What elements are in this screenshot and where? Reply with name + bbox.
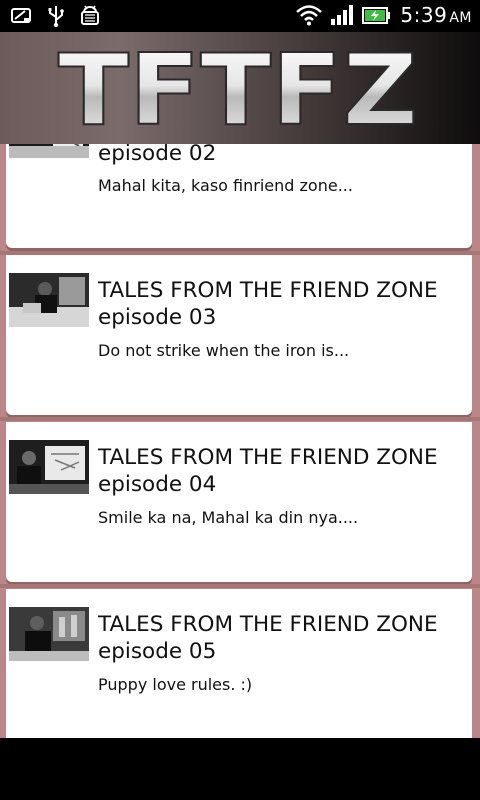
clock-time: 5:39 bbox=[400, 3, 448, 27]
app-logo: TFTFZ bbox=[57, 33, 419, 144]
episode-thumbnail bbox=[9, 607, 89, 661]
divider bbox=[0, 584, 480, 588]
episode-number: episode 02 bbox=[98, 144, 217, 166]
app-header-banner: TFTFZ bbox=[0, 32, 480, 144]
episode-thumbnail bbox=[9, 144, 89, 158]
logo-text: TFTFZ bbox=[58, 34, 418, 144]
episode-title: TALES FROM THE FRIEND ZONE episode 05 bbox=[98, 611, 468, 665]
android-icon bbox=[81, 5, 99, 25]
episode-list[interactable]: episode 02 Mahal kita, kaso finriend zon… bbox=[0, 144, 480, 738]
signal-icon bbox=[331, 5, 354, 25]
divider bbox=[0, 417, 480, 421]
clock: 5:39 AM bbox=[400, 3, 472, 27]
status-bar: 5:39 AM bbox=[0, 0, 480, 32]
series-name: TALES FROM THE FRIEND ZONE bbox=[98, 612, 438, 637]
list-item[interactable]: episode 02 Mahal kita, kaso finriend zon… bbox=[6, 144, 472, 248]
clock-ampm: AM bbox=[449, 10, 472, 26]
battery-charging-icon bbox=[362, 7, 391, 24]
usb-icon bbox=[48, 6, 64, 27]
episode-title: TALES FROM THE FRIEND ZONE episode 04 bbox=[98, 444, 468, 498]
series-name: TALES FROM THE FRIEND ZONE bbox=[98, 445, 438, 470]
episode-number: episode 03 bbox=[98, 305, 217, 330]
list-item[interactable]: TALES FROM THE FRIEND ZONE episode 05 Pu… bbox=[6, 589, 472, 738]
episode-thumbnail bbox=[9, 273, 89, 327]
episode-description: Do not strike when the iron is... bbox=[98, 341, 350, 360]
episode-description: Puppy love rules. :) bbox=[98, 675, 253, 694]
list-item[interactable]: TALES FROM THE FRIEND ZONE episode 03 Do… bbox=[6, 255, 472, 415]
list-item[interactable]: TALES FROM THE FRIEND ZONE episode 04 Sm… bbox=[6, 422, 472, 582]
usb-debug-icon bbox=[11, 8, 31, 23]
episode-title: TALES FROM THE FRIEND ZONE episode 03 bbox=[98, 277, 468, 331]
navigation-bar bbox=[0, 738, 480, 800]
episode-title: episode 02 bbox=[98, 144, 468, 167]
series-name: TALES FROM THE FRIEND ZONE bbox=[98, 278, 438, 303]
episode-description: Smile ka na, Mahal ka din nya.... bbox=[98, 508, 359, 527]
episode-thumbnail bbox=[9, 440, 89, 494]
episode-number: episode 05 bbox=[98, 639, 217, 664]
wifi-icon bbox=[296, 5, 323, 26]
episode-number: episode 04 bbox=[98, 472, 217, 497]
episode-description: Mahal kita, kaso finriend zone... bbox=[98, 176, 353, 195]
